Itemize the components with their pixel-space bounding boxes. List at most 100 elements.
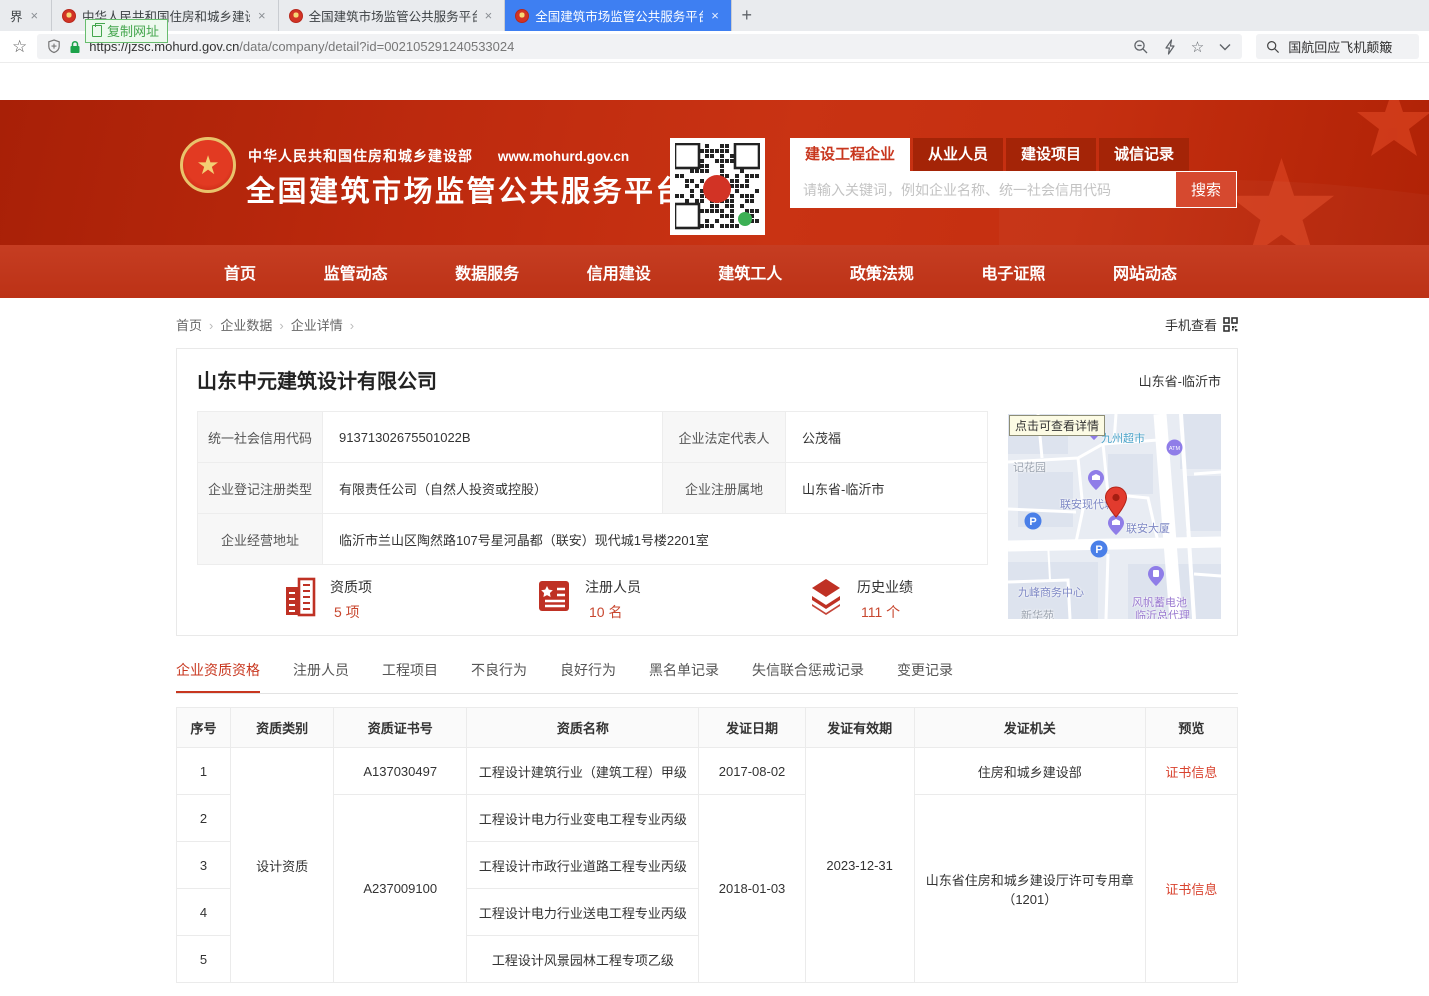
- map-label-1: 记花园: [1013, 459, 1046, 475]
- qual-cell: 2: [177, 795, 231, 842]
- address-bar-row: ☆ https://jzsc.mohurd.gov.cn/data/compan…: [0, 31, 1429, 63]
- detail-tab-6[interactable]: 失信联合惩戒记录: [752, 660, 864, 693]
- zoom-out-icon[interactable]: [1133, 39, 1149, 55]
- nav-item-1[interactable]: 监管动态: [324, 260, 388, 284]
- mobile-view-label: 手机查看: [1165, 315, 1217, 334]
- stat-value: 111 个: [857, 602, 913, 622]
- shield-icon[interactable]: [47, 39, 61, 54]
- detail-tab-2[interactable]: 工程项目: [382, 660, 438, 693]
- breadcrumb-item-0[interactable]: 首页: [176, 315, 220, 334]
- stat-label: 资质项: [330, 577, 372, 597]
- browser-tab-2[interactable]: 全国建筑市场监管公共服务平台×: [279, 0, 506, 31]
- mobile-view-link[interactable]: 手机查看: [1165, 315, 1238, 334]
- search-tab-0[interactable]: 建设工程企业: [790, 138, 910, 171]
- search-tab-2[interactable]: 建设项目: [1006, 138, 1096, 171]
- map-pin-icon: [1104, 486, 1128, 523]
- keyword-search-input[interactable]: [790, 171, 1175, 208]
- banner-search-widget: 建设工程企业从业人员建设项目诚信记录 搜索: [790, 138, 1237, 208]
- nav-item-4[interactable]: 建筑工人: [718, 260, 782, 284]
- flash-icon[interactable]: [1163, 39, 1177, 55]
- info-value: 91371302675501022B: [323, 412, 663, 463]
- chevron-down-icon[interactable]: [1218, 43, 1232, 51]
- search-button[interactable]: 搜索: [1175, 171, 1237, 208]
- browser-tab-0[interactable]: 界×: [0, 0, 52, 31]
- certificate-info-link[interactable]: 证书信息: [1145, 795, 1237, 983]
- emblem-star: ★: [196, 152, 219, 178]
- svg-text:P: P: [1029, 516, 1036, 528]
- nav-item-2[interactable]: 数据服务: [455, 260, 519, 284]
- detail-tab-0[interactable]: 企业资质资格: [176, 660, 260, 693]
- search-tab-3[interactable]: 诚信记录: [1099, 138, 1189, 171]
- stat-text: 注册人员 10 名: [585, 577, 641, 622]
- nav-item-5[interactable]: 政策法规: [850, 260, 914, 284]
- info-value: 临沂市兰山区陶然路107号星河晶都（联安）现代城1号楼2201室: [323, 514, 988, 565]
- map-building-icon: [1088, 470, 1104, 495]
- info-label: 企业法定代表人: [663, 412, 786, 463]
- new-tab-button[interactable]: +: [732, 0, 762, 31]
- svg-text:P: P: [1095, 544, 1102, 556]
- favorite-star-icon[interactable]: ☆: [1191, 38, 1204, 56]
- stat-注册人员: 注册人员 10 名: [535, 577, 641, 622]
- bookmark-star-icon[interactable]: ☆: [12, 37, 27, 57]
- map-tooltip: 点击可查看详情: [1009, 415, 1105, 436]
- company-name: 山东中元建筑设计有限公司: [197, 365, 437, 394]
- map-label-6: 临沂总代理: [1135, 607, 1190, 619]
- nav-item-6[interactable]: 电子证照: [981, 260, 1045, 284]
- breadcrumb-item-1[interactable]: 企业数据: [220, 315, 290, 334]
- building-icon: [282, 577, 318, 622]
- search-tab-1[interactable]: 从业人员: [913, 138, 1003, 171]
- layers-icon: [807, 577, 845, 620]
- browser-tab-3[interactable]: 全国建筑市场监管公共服务平台 ×: [505, 0, 732, 31]
- detail-tab-4[interactable]: 良好行为: [560, 660, 616, 693]
- tab-title: 全国建筑市场监管公共服务平台: [535, 6, 703, 25]
- detail-tab-bar: 企业资质资格注册人员工程项目不良行为良好行为黑名单记录失信联合惩戒记录变更记录: [176, 660, 1238, 694]
- url-path: /data/company/detail?id=0021052912405330…: [239, 39, 514, 54]
- tab-close-icon[interactable]: ×: [29, 8, 41, 23]
- table-row: 1设计资质A137030497工程设计建筑行业（建筑工程）甲级2017-08-0…: [177, 748, 1238, 795]
- map-label-3: 联安大厦: [1126, 520, 1170, 536]
- map-label-4: 九峰商务中心: [1018, 584, 1084, 600]
- nav-item-0[interactable]: 首页: [224, 260, 256, 284]
- info-value: 山东省-临沂市: [786, 463, 988, 514]
- qual-col-header: 资质类别: [231, 708, 334, 748]
- ministry-name: 中华人民共和国住房和城乡建设部: [248, 148, 473, 164]
- qual-cell: 工程设计风景园林工程专项乙级: [467, 936, 699, 983]
- detail-tab-1[interactable]: 注册人员: [293, 660, 349, 693]
- qual-cell: 工程设计建筑行业（建筑工程）甲级: [467, 748, 699, 795]
- qual-cell: 2018-01-03: [699, 795, 805, 983]
- https-lock-icon: [69, 40, 81, 54]
- main-navigation: 首页 监管动态 数据服务 信用建设 建筑工人 政策法规 电子证照 网站动态: [0, 245, 1429, 298]
- breadcrumb-item-2[interactable]: 企业详情: [291, 315, 361, 334]
- map-label-7: 新华苑: [1021, 607, 1054, 619]
- qual-cell: 1: [177, 748, 231, 795]
- detail-tab-3[interactable]: 不良行为: [471, 660, 527, 693]
- news-search-box[interactable]: 国航回应飞机颠簸: [1256, 34, 1419, 59]
- news-search-text: 国航回应飞机颠簸: [1288, 37, 1392, 56]
- map-atm-icon: ATM: [1166, 439, 1183, 461]
- info-label: 企业注册属地: [663, 463, 786, 514]
- nav-item-7[interactable]: 网站动态: [1113, 260, 1177, 284]
- stat-value: 10 名: [585, 602, 641, 622]
- company-location-map[interactable]: 点击可查看详情 九州超市记花园联: [1008, 414, 1221, 619]
- stat-value: 5 项: [330, 602, 372, 622]
- stat-label: 历史业绩: [857, 577, 913, 597]
- svg-text:ATM: ATM: [1169, 446, 1181, 452]
- detail-tab-7[interactable]: 变更记录: [897, 660, 953, 693]
- company-detail-card: 山东中元建筑设计有限公司 山东省-临沂市 统一社会信用代码91371302675…: [176, 348, 1238, 636]
- qualification-table: 序号资质类别资质证书号资质名称发证日期发证有效期发证机关预览1设计资质A1370…: [176, 707, 1238, 983]
- tab-close-icon[interactable]: ×: [483, 8, 495, 23]
- stat-label: 注册人员: [585, 577, 641, 597]
- nav-item-3[interactable]: 信用建设: [587, 260, 651, 284]
- certificate-info-link[interactable]: 证书信息: [1145, 748, 1237, 795]
- url-bar[interactable]: https://jzsc.mohurd.gov.cn/data/company/…: [37, 34, 1242, 59]
- qr-code-image: [670, 138, 765, 235]
- info-value: 公茂福: [786, 412, 988, 463]
- tab-close-icon[interactable]: ×: [709, 8, 721, 23]
- tab-close-icon[interactable]: ×: [256, 8, 268, 23]
- qual-col-header: 发证机关: [914, 708, 1145, 748]
- map-parking-icon: P: [1024, 512, 1042, 535]
- detail-tab-5[interactable]: 黑名单记录: [649, 660, 719, 693]
- info-value: 有限责任公司（自然人投资或控股）: [323, 463, 663, 514]
- qual-col-header: 资质证书号: [334, 708, 467, 748]
- qual-cell: 3: [177, 842, 231, 889]
